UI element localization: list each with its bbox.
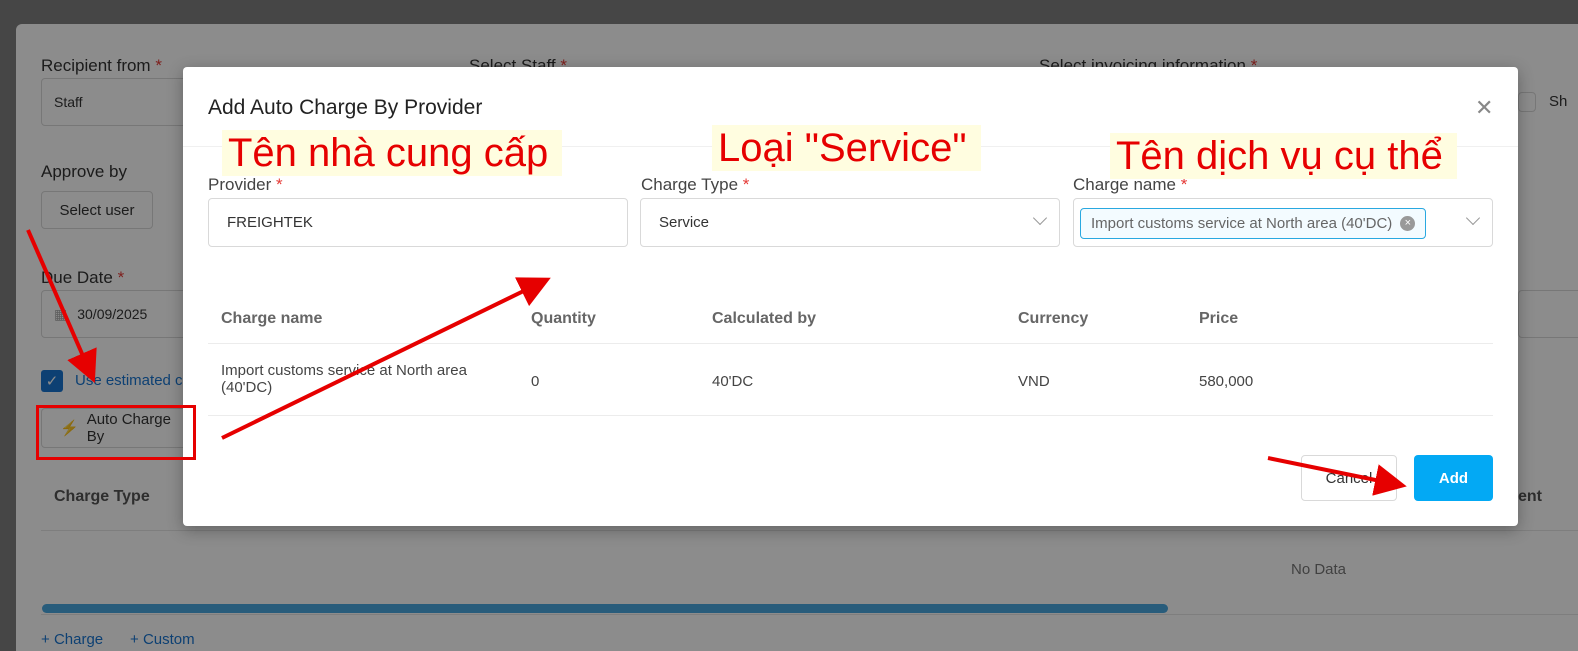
cell-currency: VND: [1018, 373, 1050, 390]
charge-type-select[interactable]: Service: [640, 198, 1060, 247]
cell-quantity: 0: [531, 373, 540, 390]
cell-charge-name: Import customs service at North area (40'…: [221, 362, 467, 396]
close-icon[interactable]: ✕: [1475, 95, 1493, 121]
row-divider: [208, 415, 1493, 416]
col-calculated-by: Calculated by: [712, 310, 817, 327]
modal-title: Add Auto Charge By Provider: [208, 96, 483, 119]
charge-name-annotation: Tên dịch vụ cụ thể: [1110, 133, 1457, 179]
col-currency: Currency: [1018, 310, 1089, 327]
header-divider: [208, 343, 1493, 344]
col-charge-name: Charge name: [221, 310, 323, 327]
cancel-button[interactable]: Cancel: [1301, 455, 1397, 501]
chevron-down-icon: [1032, 210, 1048, 226]
charge-type-annotation: Loại "Service": [712, 125, 981, 171]
charge-name-tag: Import customs service at North area (40…: [1080, 208, 1427, 239]
col-quantity: Quantity: [531, 310, 596, 327]
provider-input[interactable]: FREIGHTEK: [208, 198, 628, 247]
cell-price: 580,000: [1199, 373, 1254, 390]
add-button[interactable]: Add: [1414, 455, 1493, 501]
provider-label: Provider *: [208, 175, 283, 194]
remove-tag-icon[interactable]: ×: [1400, 216, 1416, 231]
col-price: Price: [1199, 310, 1239, 327]
highlight-box: [36, 405, 196, 460]
provider-annotation: Tên nhà cung cấp: [222, 130, 563, 176]
charge-name-select[interactable]: Import customs service at North area (40…: [1073, 198, 1493, 247]
charge-type-label: Charge Type *: [641, 175, 750, 194]
chevron-down-icon: [1465, 210, 1481, 226]
cell-calculated-by: 40'DC: [712, 373, 754, 390]
